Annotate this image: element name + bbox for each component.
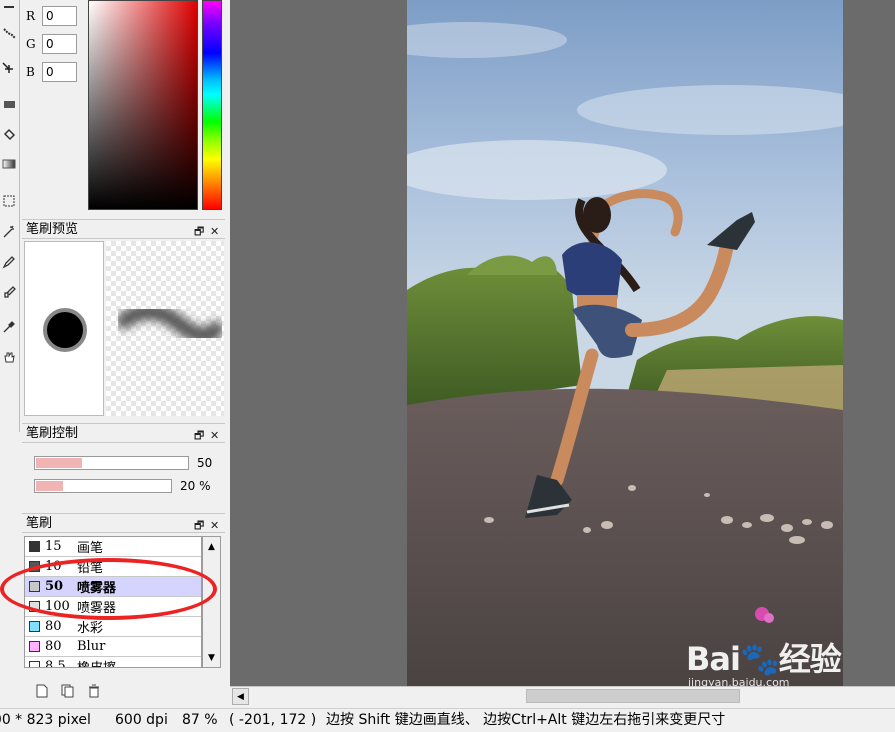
curve-tool-icon[interactable] [0, 24, 18, 42]
brush-control-header: 笔刷控制 🗗 ✕ [22, 423, 225, 443]
brush-color-swatch [29, 641, 40, 652]
photo-artwork [407, 0, 843, 686]
brush-size-label: 15 [45, 539, 62, 554]
brush-size-label: 80 [45, 619, 62, 634]
brush-size-label: 8.5 [45, 659, 66, 668]
brush-color-swatch [29, 541, 40, 552]
restore-icon[interactable]: 🗗 [194, 516, 204, 535]
brush-list-item[interactable]: 15 画笔 [25, 537, 201, 557]
brush-stroke-preview [106, 241, 224, 416]
brush-shape-preview [24, 241, 104, 416]
brush-density-slider-row: 20 % [34, 479, 211, 493]
status-bar: 600 * 823 pixel 600 dpi 87 % ( -201, 172… [0, 708, 895, 732]
horizontal-scrollbar[interactable]: ◀ [230, 686, 895, 706]
red-highlight-ellipse [0, 558, 217, 620]
brush-control-title: 笔刷控制 [26, 426, 79, 441]
brush-size-label: 80 [45, 639, 62, 654]
scroll-left-icon[interactable]: ◀ [232, 688, 249, 705]
brush-size-slider[interactable] [34, 456, 189, 470]
select-rect-icon[interactable] [0, 192, 18, 210]
rectangle-tool-icon[interactable] [0, 95, 18, 113]
hint-text: 边按 Shift 键边画直线、 边按Ctrl+Alt 键边左右拖引来变更尺寸 [326, 712, 726, 728]
paw-icon: 🐾 [739, 640, 780, 678]
hue-slider[interactable] [202, 0, 222, 210]
blue-channel-row: B 0 [26, 62, 77, 82]
brush-list-item[interactable]: 80 水彩 [25, 617, 201, 637]
delete-brush-icon[interactable] [84, 681, 104, 701]
dancer-photo [407, 0, 843, 686]
brush-list-actions [24, 680, 224, 702]
brushes-title: 笔刷 [26, 516, 53, 531]
pencil-icon[interactable] [0, 253, 18, 271]
brush-density-slider[interactable] [34, 479, 172, 493]
gradient-tool-icon[interactable] [0, 155, 18, 173]
brushes-header: 笔刷 🗗 ✕ [22, 513, 225, 533]
restore-icon[interactable]: 🗗 [194, 426, 204, 445]
brush-preview-area [24, 241, 224, 417]
watermark-brand-cn: 经验 [778, 640, 842, 678]
duplicate-brush-icon[interactable] [58, 681, 78, 701]
brush-name-label: 画笔 [77, 541, 104, 556]
magic-wand-icon[interactable] [0, 223, 18, 241]
brush-list-item[interactable]: 80 Blur [25, 637, 201, 657]
scroll-up-icon[interactable]: ▲ [203, 538, 220, 555]
red-label: R [26, 9, 36, 23]
zoom-level: 87 % [182, 712, 218, 728]
canvas-viewport[interactable] [230, 0, 895, 686]
brush-density-value: 20 % [180, 479, 211, 493]
color-picker-panel: R 0 G 0 B 0 [22, 0, 225, 216]
image-dimensions: 600 * 823 pixel [0, 712, 91, 728]
cursor-coordinates: ( -201, 172 ) [229, 712, 317, 728]
brush-icon[interactable] [0, 283, 18, 301]
green-label: G [26, 37, 36, 51]
brush-color-swatch [29, 621, 40, 632]
brush-preview-header: 笔刷预览 🗗 ✕ [22, 219, 225, 239]
spray-stroke-icon [118, 303, 222, 344]
restore-icon[interactable]: 🗗 [194, 222, 204, 241]
close-icon[interactable]: ✕ [210, 222, 219, 241]
hand-tool-icon[interactable] [0, 348, 18, 366]
brush-size-fill [36, 458, 82, 468]
scroll-down-icon[interactable]: ▼ [203, 649, 220, 666]
brush-list-item[interactable]: 8.5 橡皮擦 [25, 657, 201, 668]
eyedropper-icon[interactable] [0, 318, 18, 336]
fill-bucket-icon[interactable] [0, 125, 18, 143]
brush-preview-title: 笔刷预览 [26, 222, 79, 237]
tool-palette [0, 0, 20, 432]
blue-label: B [26, 65, 35, 79]
brush-tip-icon [43, 308, 87, 352]
brush-density-fill [36, 481, 64, 491]
saturation-value-picker[interactable] [88, 0, 198, 210]
scrollbar-thumb[interactable] [526, 689, 740, 703]
red-input[interactable]: 0 [42, 6, 77, 26]
brush-name-label: 橡皮擦 [77, 657, 116, 667]
new-brush-icon[interactable] [32, 681, 52, 701]
green-channel-row: G 0 [26, 34, 77, 54]
brush-size-slider-row: 50 [34, 456, 212, 470]
brush-name-label: Blur [77, 639, 106, 654]
brush-size-value: 50 [197, 456, 213, 470]
watermark-brand: Bai [686, 640, 741, 678]
red-channel-row: R 0 [26, 6, 77, 26]
close-icon[interactable]: ✕ [210, 516, 219, 535]
close-icon[interactable]: ✕ [210, 426, 219, 445]
move-tool-icon[interactable] [0, 60, 18, 78]
line-tool-icon[interactable] [0, 2, 18, 20]
green-input[interactable]: 0 [42, 34, 77, 54]
brush-color-swatch [29, 661, 40, 667]
blue-input[interactable]: 0 [42, 62, 77, 82]
image-dpi: 600 dpi [115, 712, 168, 728]
